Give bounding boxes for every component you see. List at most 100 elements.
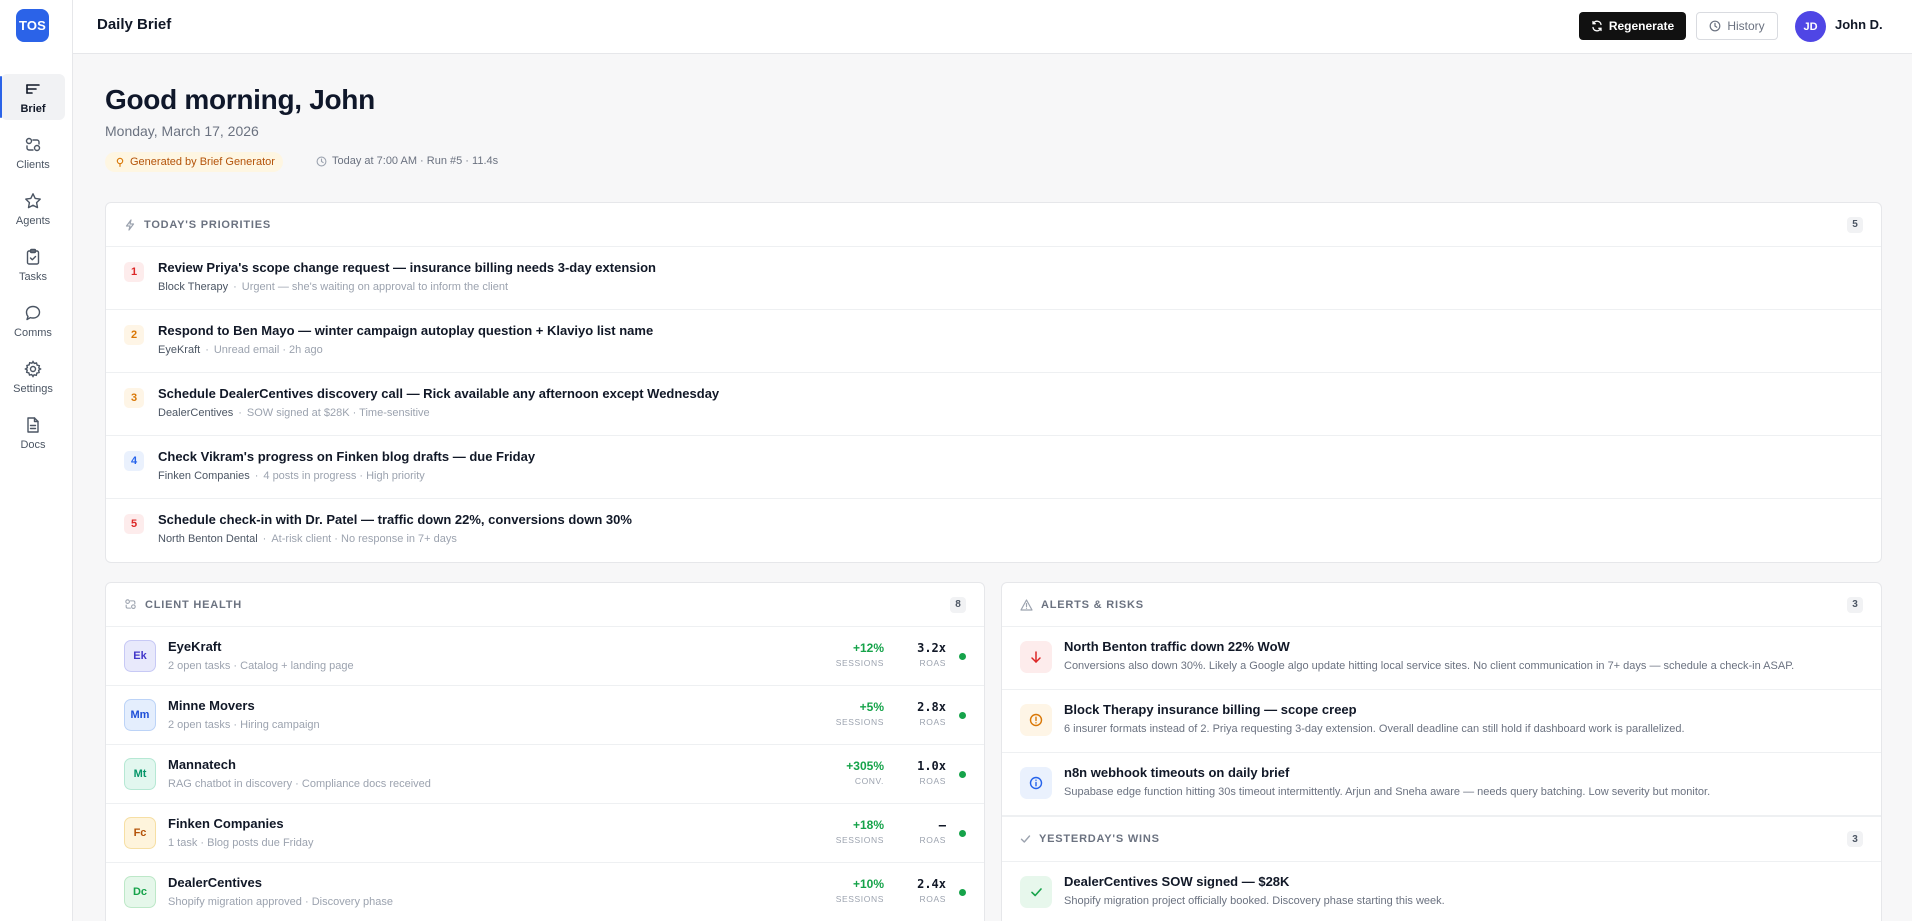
change-metric: +305% CONV. bbox=[846, 759, 884, 786]
client-avatar: Mm bbox=[124, 699, 156, 731]
client-health-row[interactable]: Mm Minne Movers 2 open tasks · Hiring ca… bbox=[106, 686, 984, 745]
user-name[interactable]: John D. bbox=[1835, 17, 1883, 32]
sidebar-item-clients[interactable]: Clients bbox=[1, 130, 65, 176]
lightbulb-icon bbox=[116, 157, 124, 167]
health-status-dot bbox=[959, 771, 966, 778]
priority-title[interactable]: Check Vikram's progress on Finken blog d… bbox=[158, 449, 535, 464]
change-value: +10% bbox=[852, 877, 884, 891]
client-name[interactable]: DealerCentives bbox=[168, 875, 262, 890]
priority-title[interactable]: Schedule check-in with Dr. Patel — traff… bbox=[158, 512, 632, 527]
warning-icon bbox=[1020, 598, 1033, 611]
priority-row[interactable]: 4 Check Vikram's progress on Finken blog… bbox=[106, 436, 1881, 499]
win-row[interactable]: DealerCentives SOW signed — $28K Shopify… bbox=[1002, 862, 1881, 921]
sidebar-item-docs[interactable]: Docs bbox=[1, 410, 65, 456]
wins-title: YESTERDAY'S WINS bbox=[1039, 833, 1160, 845]
users-icon bbox=[125, 599, 136, 610]
roas-value: 2.4x bbox=[917, 877, 946, 891]
client-health-row[interactable]: Dc DealerCentives Shopify migration appr… bbox=[106, 863, 984, 921]
priority-client[interactable]: Block Therapy bbox=[158, 281, 228, 293]
priority-row[interactable]: 1 Review Priya's scope change request — … bbox=[106, 247, 1881, 310]
alert-row[interactable]: n8n webhook timeouts on daily brief Supa… bbox=[1002, 753, 1881, 816]
sidebar-item-comms[interactable]: Comms bbox=[1, 298, 65, 344]
alerts-title: ALERTS & RISKS bbox=[1041, 598, 1144, 611]
priority-client[interactable]: DealerCentives bbox=[158, 407, 233, 419]
alert-row-title[interactable]: North Benton traffic down 22% WoW bbox=[1064, 639, 1290, 654]
change-value: +12% bbox=[852, 641, 884, 655]
generated-by-badge: Generated by Brief Generator bbox=[105, 152, 283, 172]
priority-row[interactable]: 3 Schedule DealerCentives discovery call… bbox=[106, 373, 1881, 436]
sidebar-item-label: Comms bbox=[14, 326, 52, 339]
wins-header: YESTERDAY'S WINS 3 bbox=[1002, 816, 1881, 862]
priority-detail: SOW signed at $28K · Time-sensitive bbox=[246, 407, 430, 419]
alerts-header: ALERTS & RISKS 3 bbox=[1002, 583, 1881, 627]
roas-value: 1.0x bbox=[917, 759, 946, 773]
change-label: SESSIONS bbox=[835, 835, 884, 845]
priority-title[interactable]: Schedule DealerCentives discovery call —… bbox=[158, 386, 719, 401]
priority-number: 3 bbox=[124, 388, 144, 408]
alert-row-description: 6 insurer formats instead of 2. Priya re… bbox=[1064, 723, 1685, 735]
roas-value: 2.8x bbox=[917, 700, 946, 714]
user-avatar[interactable]: JD bbox=[1795, 11, 1826, 42]
sidebar-item-label: Agents bbox=[15, 214, 51, 227]
client-avatar: Dc bbox=[124, 876, 156, 908]
roas-metric: 1.0x ROAS bbox=[917, 759, 946, 786]
regenerate-button[interactable]: Regenerate bbox=[1579, 12, 1686, 40]
client-summary: Shopify migration approved · Discovery p… bbox=[168, 896, 394, 908]
health-status-dot bbox=[959, 653, 966, 660]
check-icon bbox=[1020, 876, 1052, 908]
priorities-card: TODAY'S PRIORITIES 5 1 Review Priya's sc… bbox=[105, 202, 1882, 563]
win-row-title[interactable]: DealerCentives SOW signed — $28K bbox=[1064, 874, 1289, 889]
roas-value: 3.2x bbox=[917, 641, 946, 655]
priorities-header: TODAY'S PRIORITIES 5 bbox=[106, 203, 1881, 247]
client-avatar: Fc bbox=[124, 817, 156, 849]
sidebar-item-agents[interactable]: Agents bbox=[1, 186, 65, 232]
alert-row-title[interactable]: Block Therapy insurance billing — scope … bbox=[1064, 702, 1357, 717]
roas-label: ROAS bbox=[919, 658, 946, 668]
priority-title[interactable]: Review Priya's scope change request — in… bbox=[158, 260, 656, 275]
client-name[interactable]: EyeKraft bbox=[168, 639, 221, 654]
alert-row[interactable]: Block Therapy insurance billing — scope … bbox=[1002, 690, 1881, 753]
change-value: +18% bbox=[852, 818, 884, 832]
change-label: SESSIONS bbox=[835, 658, 884, 668]
priority-row[interactable]: 2 Respond to Ben Mayo — winter campaign … bbox=[106, 310, 1881, 373]
priority-client[interactable]: Finken Companies bbox=[158, 470, 250, 482]
client-health-title: CLIENT HEALTH bbox=[145, 598, 242, 611]
star-icon bbox=[25, 192, 41, 208]
priority-client[interactable]: North Benton Dental bbox=[158, 533, 258, 545]
priority-client[interactable]: EyeKraft bbox=[158, 344, 200, 356]
app-logo[interactable]: TOS bbox=[16, 9, 49, 42]
change-metric: +10% SESSIONS bbox=[836, 877, 884, 904]
client-summary: 2 open tasks · Hiring campaign bbox=[168, 719, 320, 731]
clock-icon bbox=[316, 156, 327, 166]
sidebar: TOS Brief Clients Agents Tasks Comms Set… bbox=[0, 0, 73, 921]
sidebar-item-settings[interactable]: Settings bbox=[1, 354, 65, 400]
roas-value: — bbox=[938, 818, 946, 832]
history-button[interactable]: History bbox=[1696, 12, 1778, 40]
priority-title[interactable]: Respond to Ben Mayo — winter campaign au… bbox=[158, 323, 653, 338]
sidebar-item-brief[interactable]: Brief bbox=[0, 74, 65, 120]
client-health-row[interactable]: Ek EyeKraft 2 open tasks · Catalog + lan… bbox=[106, 627, 984, 686]
change-label: SESSIONS bbox=[835, 717, 884, 727]
priority-detail: 4 posts in progress · High priority bbox=[263, 470, 425, 482]
sidebar-item-tasks[interactable]: Tasks bbox=[1, 242, 65, 288]
priority-subtitle: Block Therapy · Urgent — she's waiting on … bbox=[158, 281, 509, 293]
alert-row-title[interactable]: n8n webhook timeouts on daily brief bbox=[1064, 765, 1289, 780]
client-health-row[interactable]: Fc Finken Companies 1 task · Blog posts … bbox=[106, 804, 984, 863]
alert-circle-icon bbox=[1020, 704, 1052, 736]
roas-label: ROAS bbox=[919, 835, 946, 845]
priority-row[interactable]: 5 Schedule check-in with Dr. Patel — tra… bbox=[106, 499, 1881, 562]
info-icon bbox=[1020, 767, 1052, 799]
client-name[interactable]: Mannatech bbox=[168, 757, 236, 772]
alert-row[interactable]: North Benton traffic down 22% WoW Conver… bbox=[1002, 627, 1881, 690]
page-title: Daily Brief bbox=[97, 16, 172, 33]
priority-subtitle: DealerCentives · SOW signed at $28K · Time… bbox=[158, 407, 430, 419]
health-status-dot bbox=[959, 712, 966, 719]
change-label: CONV. bbox=[854, 776, 884, 786]
alert-row-description: Supabase edge function hitting 30s timeo… bbox=[1064, 786, 1711, 798]
client-name[interactable]: Finken Companies bbox=[168, 816, 284, 831]
priority-subtitle: Finken Companies · 4 posts in progress · H… bbox=[158, 470, 425, 482]
client-health-row[interactable]: Mt Mannatech RAG chatbot in discovery · … bbox=[106, 745, 984, 804]
wins-count: 3 bbox=[1847, 831, 1863, 847]
sidebar-item-label: Clients bbox=[16, 158, 50, 171]
client-name[interactable]: Minne Movers bbox=[168, 698, 255, 713]
